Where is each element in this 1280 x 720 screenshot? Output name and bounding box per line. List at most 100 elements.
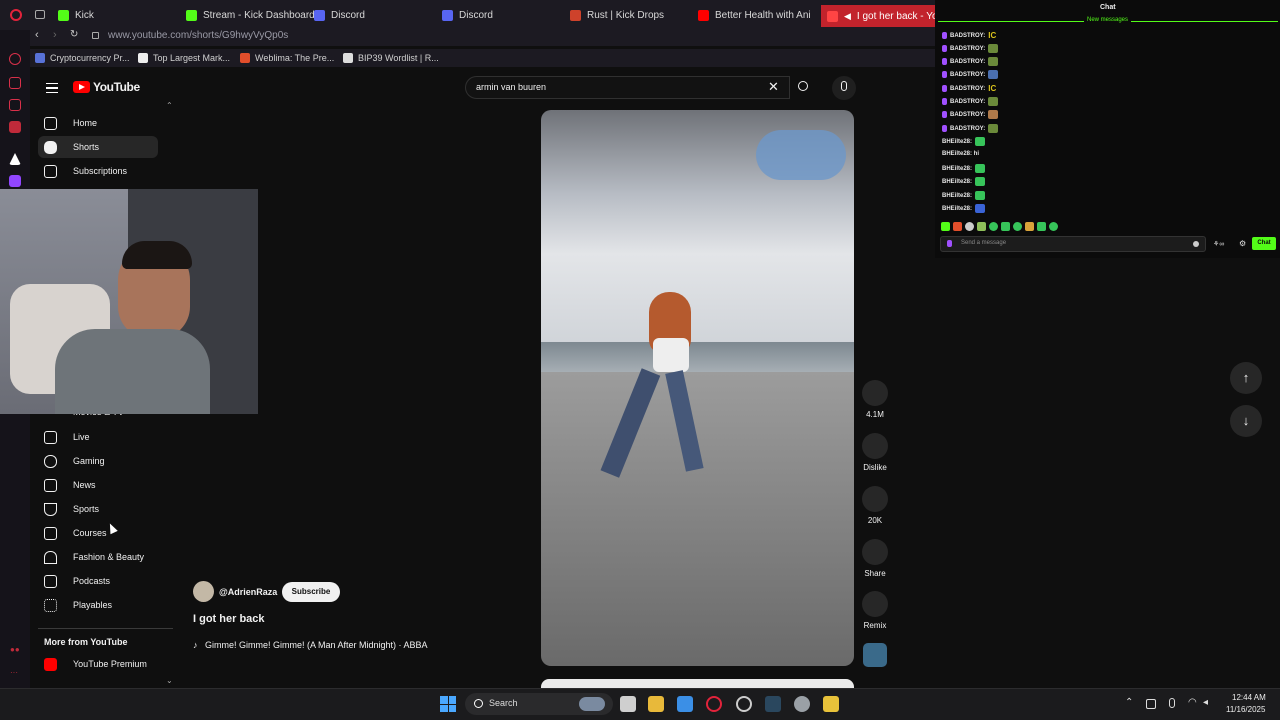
nav-fashion-beauty[interactable]: Fashion & Beauty bbox=[38, 546, 158, 568]
chat-send-button[interactable]: Chat bbox=[1252, 237, 1276, 250]
nav-youtube-premium[interactable]: YouTube Premium bbox=[38, 653, 158, 675]
volume-icon[interactable]: ◂ bbox=[1203, 697, 1208, 708]
share-button[interactable]: Share bbox=[862, 539, 888, 578]
nav-gaming[interactable]: Gaming bbox=[38, 450, 158, 472]
settings-icon[interactable] bbox=[794, 696, 810, 712]
emote-icon[interactable] bbox=[1037, 222, 1046, 231]
opera-icon[interactable] bbox=[736, 696, 752, 712]
music-link[interactable]: Gimme! Gimme! Gimme! (A Man After Midnig… bbox=[205, 640, 428, 650]
sidebar-icon-1[interactable] bbox=[9, 53, 21, 65]
webcam-person-body bbox=[55, 329, 210, 414]
taskbar-search[interactable]: Search bbox=[465, 693, 613, 715]
clear-search-icon[interactable]: ✕ bbox=[768, 79, 779, 95]
collapse-chevron-icon[interactable]: ⌃ bbox=[166, 101, 173, 110]
emote-icon[interactable] bbox=[1049, 222, 1058, 231]
like-button[interactable]: 4.1M bbox=[862, 380, 888, 419]
sidebar-icon-3[interactable] bbox=[9, 99, 21, 111]
chat-tools-icon[interactable]: ⚘∞ bbox=[1213, 240, 1224, 248]
subscribe-button[interactable]: Subscribe bbox=[282, 582, 340, 602]
back-icon[interactable]: ‹ bbox=[35, 29, 39, 41]
dislike-button[interactable]: Dislike bbox=[862, 433, 888, 472]
emote-icon[interactable] bbox=[1013, 222, 1022, 231]
task-view-icon[interactable] bbox=[620, 696, 636, 712]
tab-kick-dashboard[interactable]: Stream - Kick Dashboard bbox=[186, 6, 315, 24]
windows-taskbar bbox=[0, 688, 1280, 720]
previous-short-button[interactable]: ↑ bbox=[1230, 362, 1262, 394]
sidebar-icon-4[interactable] bbox=[9, 121, 21, 133]
twitch-icon[interactable] bbox=[9, 175, 21, 187]
music-note-icon: ♪ bbox=[193, 640, 198, 650]
opera-gx-icon[interactable] bbox=[706, 696, 722, 712]
scroll-down-chevron-icon[interactable]: ⌄ bbox=[166, 676, 173, 685]
clock-date[interactable]: 11/16/2025 bbox=[1226, 705, 1265, 714]
bookmark-top-largest[interactable]: Top Largest Mark... bbox=[138, 53, 230, 63]
sidebar-menu-icon[interactable]: ··· bbox=[10, 668, 18, 677]
emote-icon[interactable] bbox=[953, 222, 962, 231]
sidebar-icon-2[interactable] bbox=[9, 77, 21, 89]
nav-shorts[interactable]: Shorts bbox=[38, 136, 158, 158]
channel-name[interactable]: @AdrienRaza bbox=[219, 587, 277, 597]
remix-button[interactable]: Remix bbox=[862, 591, 888, 630]
nav-subscriptions[interactable]: Subscriptions bbox=[38, 160, 158, 182]
video-horizon bbox=[541, 342, 854, 372]
nav-news[interactable]: News bbox=[38, 474, 158, 496]
nav-live[interactable]: Live bbox=[38, 426, 158, 448]
tab-i-got-her-back[interactable]: ◀I got her back - YouT bbox=[821, 5, 935, 27]
bookmark-bip39[interactable]: BIP39 Wordlist | R... bbox=[343, 53, 439, 63]
address-bar: ‹ › ↻ www.youtube.com/shorts/G9hwyVyQp0s bbox=[0, 28, 935, 46]
tray-microphone-icon[interactable] bbox=[1169, 698, 1175, 708]
emote-icon[interactable] bbox=[965, 222, 974, 231]
tray-app-icon[interactable] bbox=[1146, 699, 1156, 709]
sound-thumbnail[interactable] bbox=[863, 643, 887, 667]
nav-home[interactable]: Home bbox=[38, 112, 158, 134]
mute-icon[interactable]: ◀ bbox=[844, 11, 851, 22]
nav-sports[interactable]: Sports bbox=[38, 498, 158, 520]
emoji-picker-icon[interactable] bbox=[1193, 241, 1199, 247]
youtube-logo[interactable]: YouTube bbox=[73, 80, 140, 94]
nav-podcasts[interactable]: Podcasts bbox=[38, 570, 158, 592]
opera-logo-icon[interactable] bbox=[10, 9, 22, 21]
kick-sidebar-icon[interactable] bbox=[9, 153, 21, 165]
windows-logo-icon bbox=[440, 696, 448, 704]
wifi-icon[interactable]: ◠ bbox=[1188, 697, 1197, 708]
tab-rust-kick-drops[interactable]: Rust | Kick Drops bbox=[570, 6, 664, 24]
start-button[interactable] bbox=[440, 696, 456, 712]
clock-time[interactable]: 12:44 AM bbox=[1232, 693, 1266, 702]
nav-courses[interactable]: Courses bbox=[38, 522, 158, 544]
forward-icon[interactable]: › bbox=[53, 29, 57, 41]
tray-chevron-icon[interactable]: ⌃ bbox=[1125, 697, 1133, 708]
tab-discord-1[interactable]: Discord bbox=[314, 6, 365, 24]
tab-kick[interactable]: Kick bbox=[58, 6, 94, 24]
app-icon[interactable] bbox=[823, 696, 839, 712]
tab-discord-2[interactable]: Discord bbox=[442, 6, 493, 24]
reload-icon[interactable]: ↻ bbox=[70, 29, 78, 40]
search-button[interactable] bbox=[790, 76, 820, 99]
menu-icon[interactable] bbox=[46, 83, 58, 93]
comments-button[interactable]: 20K bbox=[862, 486, 888, 525]
steam-icon[interactable] bbox=[765, 696, 781, 712]
emote-icon[interactable] bbox=[977, 222, 986, 231]
bookmark-cryptocurrency[interactable]: Cryptocurrency Pr... bbox=[35, 53, 130, 63]
discord-icon bbox=[442, 9, 453, 21]
bookmark-weblima[interactable]: Weblima: The Pre... bbox=[240, 53, 334, 63]
next-short-button[interactable]: ↓ bbox=[1230, 405, 1262, 437]
tabs-icon[interactable] bbox=[35, 10, 45, 19]
voice-search-button[interactable] bbox=[832, 76, 856, 100]
search-input[interactable]: armin van buuren bbox=[465, 76, 790, 99]
microsoft-store-icon[interactable] bbox=[677, 696, 693, 712]
hanger-icon bbox=[44, 550, 57, 564]
emote-icon[interactable] bbox=[989, 222, 998, 231]
short-video-player[interactable] bbox=[541, 110, 854, 666]
file-explorer-icon[interactable] bbox=[648, 696, 664, 712]
tab-better-health[interactable]: Better Health with Ani - Y bbox=[698, 6, 813, 24]
emote-icon[interactable] bbox=[1025, 222, 1034, 231]
microphone-icon bbox=[841, 81, 847, 91]
nav-playables[interactable]: Playables bbox=[38, 594, 158, 616]
url-field[interactable]: www.youtube.com/shorts/G9hwyVyQp0s bbox=[108, 30, 288, 41]
channel-avatar[interactable] bbox=[193, 581, 214, 602]
emote-icon[interactable] bbox=[941, 222, 950, 231]
chat-message-input[interactable]: Send a message bbox=[940, 236, 1206, 252]
chat-settings-icon[interactable]: ⚙ bbox=[1239, 239, 1246, 248]
emote-icon[interactable] bbox=[1001, 222, 1010, 231]
sidebar-more-icon[interactable]: ●● bbox=[10, 645, 20, 654]
